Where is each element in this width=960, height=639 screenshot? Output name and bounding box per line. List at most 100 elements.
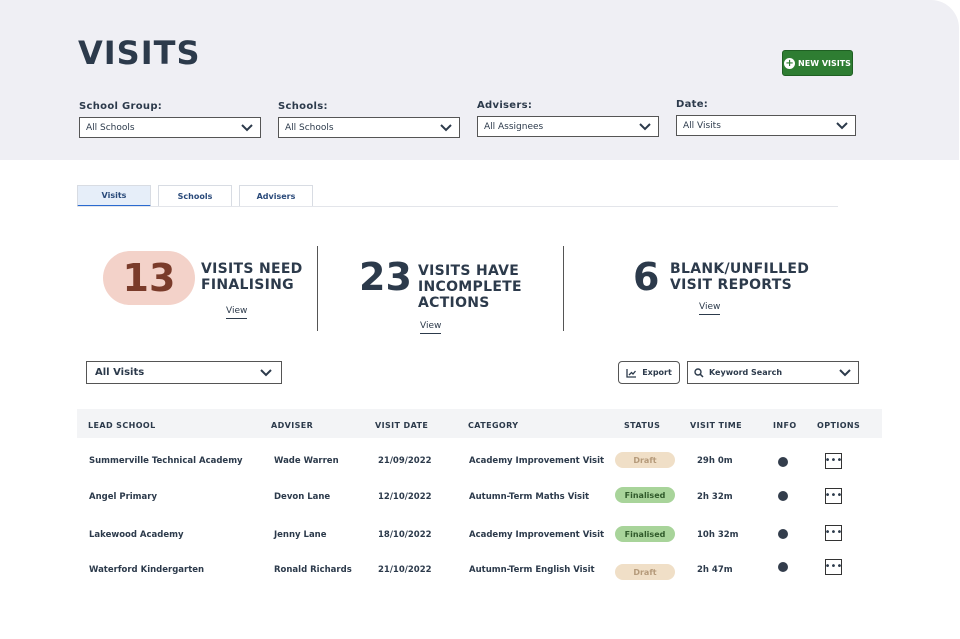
cell-time: 2h 47m: [697, 565, 733, 575]
new-visits-label: NEW VISITS: [798, 58, 851, 68]
tab-bar: Visits Schools Advisers: [77, 185, 313, 207]
status-badge: Finalised: [615, 526, 675, 542]
info-dot-icon[interactable]: [778, 529, 788, 539]
stat-line: VISITS NEED: [201, 261, 303, 277]
school-group-select[interactable]: All Schools: [79, 117, 261, 138]
info-dot-icon[interactable]: [778, 491, 788, 501]
tab-visits[interactable]: Visits: [77, 185, 151, 207]
chevron-down-icon: [839, 368, 851, 376]
stat-line: FINALISING: [201, 277, 294, 293]
col-info[interactable]: INFO: [773, 421, 797, 430]
new-visits-button[interactable]: + NEW VISITS: [782, 50, 853, 76]
cell-school: Lakewood Academy: [89, 530, 184, 540]
cell-adviser: Devon Lane: [274, 492, 331, 502]
filter-advisers: Advisers: All Assignees: [477, 100, 659, 137]
options-more-icon[interactable]: •••: [825, 453, 842, 469]
table-row[interactable]: Angel Primary Devon Lane 12/10/2022 Autu…: [77, 482, 882, 518]
search-icon: [694, 367, 704, 378]
date-select[interactable]: All Visits: [676, 115, 856, 136]
cell-school: Angel Primary: [89, 492, 158, 502]
chevron-down-icon: [440, 123, 452, 131]
col-lead-school[interactable]: LEAD SCHOOL: [88, 421, 156, 430]
stat-finalising-label: VISITS NEED FINALISING: [201, 261, 303, 293]
cell-date: 12/10/2022: [378, 492, 432, 502]
search-placeholder: Keyword Search: [709, 368, 783, 377]
col-visit-date[interactable]: VISIT DATE: [375, 421, 428, 430]
page-title: VISITS: [78, 34, 201, 72]
select-value: All Visits: [95, 367, 145, 378]
stat-line: ACTIONS: [418, 295, 490, 311]
advisers-select[interactable]: All Assignees: [477, 116, 659, 137]
filter-label: Advisers:: [477, 100, 533, 111]
stat-line: INCOMPLETE: [418, 279, 522, 295]
search-left: Keyword Search: [694, 367, 783, 378]
status-badge: Draft: [615, 564, 675, 580]
filter-schools: Schools: All Schools: [278, 101, 460, 138]
cell-time: 10h 32m: [697, 530, 739, 540]
col-category[interactable]: CATEGORY: [468, 421, 518, 430]
cell-school: Waterford Kindergarten: [89, 565, 205, 575]
col-options[interactable]: OPTIONS: [817, 421, 860, 430]
cell-date: 18/10/2022: [378, 530, 432, 540]
col-visit-time[interactable]: VISIT TIME: [690, 421, 742, 430]
chevron-down-icon: [639, 122, 651, 130]
cell-adviser: Jenny Lane: [274, 530, 327, 540]
cell-category: Academy Improvement Visit: [469, 456, 605, 466]
cell-category: Autumn-Term English Visit: [469, 565, 595, 575]
filter-school-group: School Group: All Schools: [79, 101, 261, 138]
stat-divider: [563, 246, 564, 331]
keyword-search-input[interactable]: Keyword Search: [687, 361, 859, 384]
cell-date: 21/09/2022: [378, 456, 432, 466]
plus-circle-icon: +: [784, 57, 796, 69]
cell-time: 2h 32m: [697, 492, 733, 502]
col-status[interactable]: STATUS: [624, 421, 660, 430]
tab-schools[interactable]: Schools: [158, 185, 232, 207]
options-more-icon[interactable]: •••: [825, 559, 842, 575]
cell-time: 29h 0m: [697, 456, 733, 466]
schools-select[interactable]: All Schools: [278, 117, 460, 138]
cell-adviser: Ronald Richards: [274, 565, 352, 575]
cell-category: Academy Improvement Visit: [469, 530, 605, 540]
stat-incomplete-label: VISITS HAVE INCOMPLETE ACTIONS: [418, 263, 522, 311]
col-adviser[interactable]: ADVISER: [271, 421, 313, 430]
options-more-icon[interactable]: •••: [825, 525, 842, 541]
cell-adviser: Wade Warren: [274, 456, 339, 466]
chevron-down-icon: [836, 121, 848, 129]
options-more-icon[interactable]: •••: [825, 488, 842, 504]
filter-date: Date: All Visits: [676, 99, 856, 136]
select-value: All Assignees: [484, 121, 544, 132]
table-row[interactable]: Waterford Kindergarten Ronald Richards 2…: [77, 555, 882, 591]
stat-finalising-count: 13: [103, 251, 195, 305]
stat-divider: [317, 246, 318, 331]
stat-incomplete-count: 23: [359, 255, 412, 299]
info-dot-icon[interactable]: [778, 457, 788, 467]
export-label: Export: [642, 368, 672, 377]
cell-school: Summerville Technical Academy: [89, 456, 243, 466]
view-finalising-link[interactable]: View: [226, 306, 248, 319]
cell-category: Autumn-Term Maths Visit: [469, 492, 590, 502]
table-row[interactable]: Summerville Technical Academy Wade Warre…: [77, 446, 882, 482]
table-header: LEAD SCHOOL ADVISER VISIT DATE CATEGORY …: [77, 409, 882, 438]
tab-advisers[interactable]: Advisers: [239, 185, 313, 207]
stat-line: VISIT REPORTS: [670, 277, 792, 293]
select-value: All Schools: [86, 122, 135, 133]
status-badge: Finalised: [615, 487, 675, 503]
status-badge: Draft: [615, 452, 675, 468]
stat-blank-label: BLANK/UNFILLED VISIT REPORTS: [670, 261, 809, 293]
info-dot-icon[interactable]: [778, 562, 788, 572]
select-value: All Visits: [683, 120, 721, 131]
table-row[interactable]: Lakewood Academy Jenny Lane 18/10/2022 A…: [77, 520, 882, 556]
cell-date: 21/10/2022: [378, 565, 432, 575]
view-blank-link[interactable]: View: [699, 302, 721, 315]
filter-label: Schools:: [278, 101, 328, 112]
stat-blank-count: 6: [633, 255, 660, 299]
filter-label: Date:: [676, 99, 709, 110]
visits-filter-select[interactable]: All Visits: [86, 361, 282, 384]
chart-export-icon: [626, 368, 637, 378]
tab-divider: [77, 206, 838, 207]
view-incomplete-link[interactable]: View: [420, 321, 442, 334]
select-value: All Schools: [285, 122, 334, 133]
stat-line: BLANK/UNFILLED: [670, 261, 810, 277]
filter-label: School Group:: [79, 101, 163, 112]
export-button[interactable]: Export: [618, 361, 680, 384]
